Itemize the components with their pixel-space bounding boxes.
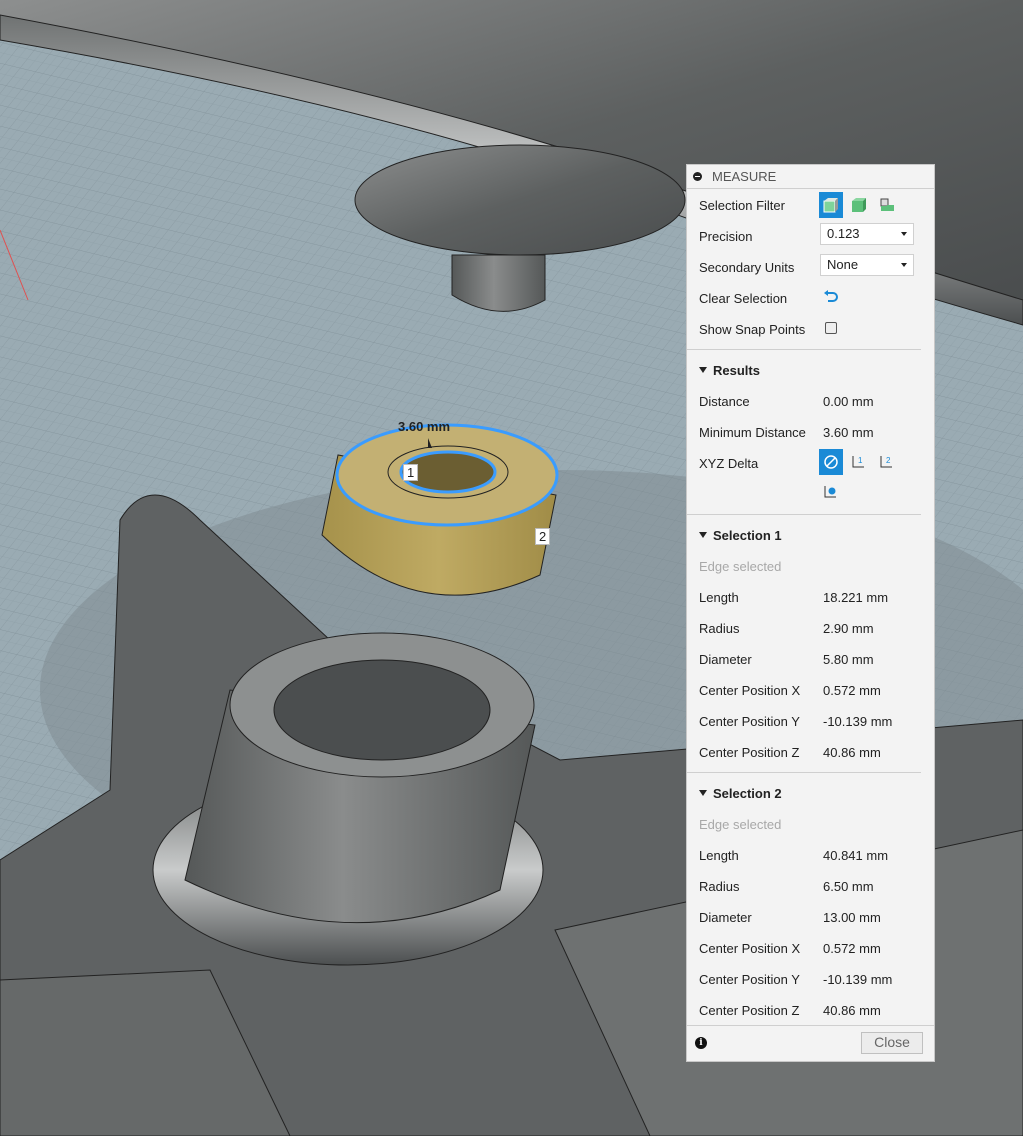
undo-icon[interactable] bbox=[823, 290, 839, 307]
selection-2-heading[interactable]: Selection 2 bbox=[699, 782, 922, 804]
selection2-property-row: Center Position Y -10.139 mm bbox=[699, 968, 922, 990]
selection1-property-row: Length 18.221 mm bbox=[699, 586, 922, 608]
edge-marker-2[interactable]: 2 bbox=[535, 528, 551, 545]
chevron-down-icon bbox=[901, 232, 907, 236]
show-snap-points-label: Show Snap Points bbox=[699, 321, 806, 337]
top-hub-flange bbox=[354, 144, 686, 256]
property-label: Center Position X bbox=[699, 682, 801, 698]
min-distance-row: Minimum Distance 3.60 mm bbox=[699, 421, 922, 443]
property-label: Center Position X bbox=[699, 940, 801, 956]
xyz-delta-label: XYZ Delta bbox=[699, 455, 759, 471]
expand-triangle-icon bbox=[699, 790, 707, 796]
property-value: 6.50 mm bbox=[823, 878, 874, 894]
property-value: 40.841 mm bbox=[823, 847, 889, 863]
precision-label: Precision bbox=[699, 228, 753, 244]
results-heading[interactable]: Results bbox=[699, 359, 922, 381]
selection2-property-row: Length 40.841 mm bbox=[699, 844, 922, 866]
secondary-units-dropdown[interactable]: None bbox=[820, 254, 914, 276]
chevron-down-icon bbox=[901, 263, 907, 267]
selection-2-type: Edge selected bbox=[699, 816, 782, 832]
show-snap-points-checkbox[interactable] bbox=[825, 322, 837, 334]
distance-value: 0.00 mm bbox=[823, 393, 874, 409]
measurement-label: 3.60 mm bbox=[398, 419, 451, 434]
property-label: Diameter bbox=[699, 651, 752, 667]
expand-triangle-icon bbox=[699, 532, 707, 538]
expand-triangle-icon bbox=[699, 367, 707, 373]
select-body-icon[interactable] bbox=[819, 192, 843, 218]
axis-world-icon[interactable] bbox=[819, 479, 843, 505]
selection1-property-row: Center Position Z 40.86 mm bbox=[699, 741, 922, 763]
axis-1-icon[interactable]: 1 bbox=[847, 449, 871, 475]
precision-dropdown[interactable]: 0.123 bbox=[820, 223, 914, 245]
selection1-property-row: Center Position Y -10.139 mm bbox=[699, 710, 922, 732]
property-value: 40.86 mm bbox=[823, 744, 881, 760]
panel-header[interactable]: MEASURE bbox=[687, 165, 934, 189]
property-label: Center Position Y bbox=[699, 713, 800, 729]
measure-panel: MEASURE Selection Filter Precision 0.123… bbox=[686, 164, 935, 1062]
close-button[interactable]: Close bbox=[861, 1032, 923, 1054]
property-label: Diameter bbox=[699, 909, 752, 925]
svg-text:2: 2 bbox=[886, 456, 891, 465]
show-snap-points-row: Show Snap Points bbox=[699, 318, 922, 340]
none-icon[interactable] bbox=[819, 449, 843, 475]
property-value: -10.139 mm bbox=[823, 713, 893, 729]
clear-selection-label: Clear Selection bbox=[699, 290, 788, 306]
secondary-units-value: None bbox=[827, 257, 859, 272]
edge-marker-1[interactable]: 1 bbox=[403, 464, 419, 481]
selection-1-heading-text: Selection 1 bbox=[713, 527, 782, 543]
property-value: -10.139 mm bbox=[823, 971, 893, 987]
property-label: Length bbox=[699, 847, 739, 863]
property-label: Length bbox=[699, 589, 739, 605]
property-label: Radius bbox=[699, 620, 740, 636]
distance-label: Distance bbox=[699, 393, 750, 409]
selection1-property-row: Diameter 5.80 mm bbox=[699, 648, 922, 670]
select-edge-vertex-icon[interactable] bbox=[875, 192, 899, 218]
axis-2-icon[interactable]: 2 bbox=[875, 449, 899, 475]
selection2-property-row: Center Position X 0.572 mm bbox=[699, 937, 922, 959]
property-value: 0.572 mm bbox=[823, 940, 881, 956]
boss-hole bbox=[273, 659, 491, 761]
selection2-property-row: Radius 6.50 mm bbox=[699, 875, 922, 897]
distance-row: Distance 0.00 mm bbox=[699, 390, 922, 412]
info-icon[interactable]: i bbox=[695, 1037, 707, 1049]
selection1-property-row: Center Position X 0.572 mm bbox=[699, 679, 922, 701]
property-value: 0.572 mm bbox=[823, 682, 881, 698]
property-label: Center Position Z bbox=[699, 1002, 800, 1018]
svg-text:1: 1 bbox=[858, 456, 863, 465]
selection-1-type: Edge selected bbox=[699, 558, 782, 574]
secondary-units-label: Secondary Units bbox=[699, 259, 795, 275]
property-label: Radius bbox=[699, 878, 740, 894]
property-label: Center Position Z bbox=[699, 744, 800, 760]
selection-filter-label: Selection Filter bbox=[699, 197, 785, 213]
property-value: 13.00 mm bbox=[823, 909, 881, 925]
clear-selection-row: Clear Selection bbox=[699, 287, 922, 309]
selection-1-heading[interactable]: Selection 1 bbox=[699, 524, 922, 546]
property-label: Center Position Y bbox=[699, 971, 800, 987]
property-value: 18.221 mm bbox=[823, 589, 889, 605]
panel-title: MEASURE bbox=[712, 169, 777, 184]
panel-footer: i Close bbox=[687, 1025, 934, 1061]
min-distance-value: 3.60 mm bbox=[823, 424, 874, 440]
selection2-property-row: Diameter 13.00 mm bbox=[699, 906, 922, 928]
collapse-icon[interactable] bbox=[693, 172, 702, 181]
selection-2-heading-text: Selection 2 bbox=[713, 785, 782, 801]
property-value: 40.86 mm bbox=[823, 1002, 881, 1018]
selection1-property-row: Radius 2.90 mm bbox=[699, 617, 922, 639]
precision-value: 0.123 bbox=[827, 226, 860, 241]
property-value: 5.80 mm bbox=[823, 651, 874, 667]
property-value: 2.90 mm bbox=[823, 620, 874, 636]
selection2-property-row: Center Position Z 40.86 mm bbox=[699, 999, 922, 1021]
top-hub-post bbox=[451, 254, 546, 312]
min-distance-label: Minimum Distance bbox=[699, 424, 806, 440]
select-face-icon[interactable] bbox=[847, 192, 871, 218]
results-heading-text: Results bbox=[713, 362, 760, 378]
